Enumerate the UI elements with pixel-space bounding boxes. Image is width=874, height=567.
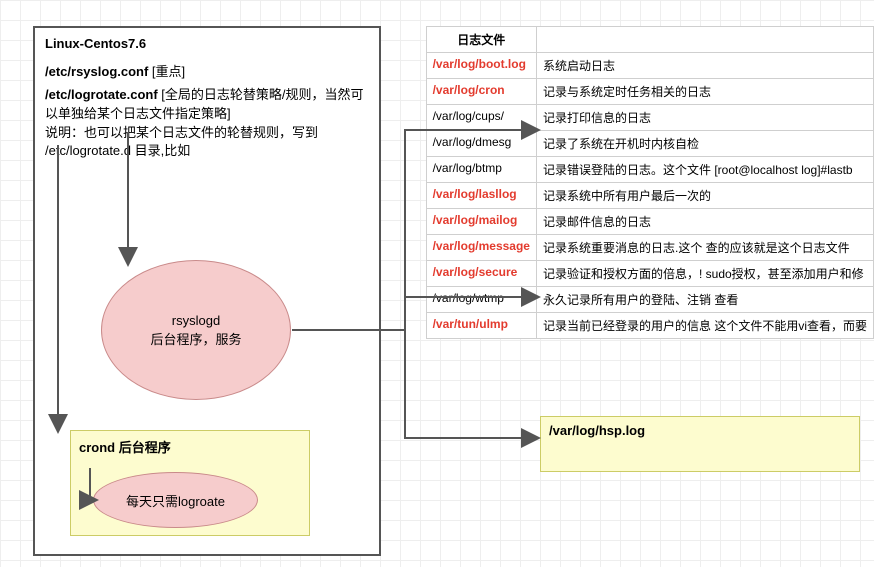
table-row: /var/log/message记录系统重要消息的日志.这个 查的应该就是这个日… xyxy=(426,235,873,261)
table-row: /var/log/boot.log系统启动日志 xyxy=(426,53,873,79)
log-path-cell: /var/log/lasllog xyxy=(426,183,536,209)
cfg-line-1: /etc/rsyslog.conf [重点] xyxy=(45,61,369,80)
log-desc-cell: 记录系统重要消息的日志.这个 查的应该就是这个日志文件 xyxy=(536,235,873,261)
log-desc-cell: 记录错误登陆的日志。这个文件 [root@localhost log]#last… xyxy=(536,157,873,183)
log-desc-cell: 记录系统中所有用户最后一次的 xyxy=(536,183,873,209)
log-desc-cell: 记录了系统在开机时内核自检 xyxy=(536,131,873,157)
table-row: /var/log/dmesg记录了系统在开机时内核自检 xyxy=(426,131,873,157)
log-table: 日志文件 /var/log/boot.log系统启动日志/var/log/cro… xyxy=(426,26,874,339)
table-row: /var/tun/ulmp记录当前已经登录的用户的信息 这个文件不能用vi查看，… xyxy=(426,313,873,339)
log-path-cell: /var/log/cron xyxy=(426,79,536,105)
log-path-cell: /var/log/message xyxy=(426,235,536,261)
log-table-header: 日志文件 xyxy=(426,27,536,53)
log-path-cell: /var/log/cups/ xyxy=(426,105,536,131)
cfg-line-2: /etc/logrotate.conf [全局的日志轮替策略/规则，当然可以单独… xyxy=(45,84,369,122)
log-path-cell: /var/log/dmesg xyxy=(426,131,536,157)
cfg2-path: /etc/logrotate.conf xyxy=(45,87,161,102)
cfg1-path: /etc/rsyslog.conf xyxy=(45,64,152,79)
cfg-desc: 说明：也可以把某个日志文件的轮替规则，写到 /etc/logrotate.d 目… xyxy=(45,124,369,160)
log-path-cell: /var/tun/ulmp xyxy=(426,313,536,339)
log-path-cell: /var/log/boot.log xyxy=(426,53,536,79)
log-path-cell: /var/log/btmp xyxy=(426,157,536,183)
log-path-cell: /var/log/mailog xyxy=(426,209,536,235)
crond-title: crond 后台程序 xyxy=(79,440,171,455)
rsyslogd-node: rsyslogd 后台程序，服务 xyxy=(101,260,291,400)
hsp-box: /var/log/hsp.log xyxy=(540,416,860,472)
table-row: /var/log/secure记录验证和授权方面的倍息，! sudo授权，甚至添… xyxy=(426,261,873,287)
table-row: /var/log/btmp记录错误登陆的日志。这个文件 [root@localh… xyxy=(426,157,873,183)
log-desc-cell: 永久记录所有用户的登陆、注销 查看 xyxy=(536,287,873,313)
log-desc-cell: 记录当前已经登录的用户的信息 这个文件不能用vi查看，而要 xyxy=(536,313,873,339)
table-row: /var/log/cron记录与系统定时任务相关的日志 xyxy=(426,79,873,105)
log-desc-cell: 记录邮件信息的日志 xyxy=(536,209,873,235)
linux-title: Linux-Centos7.6 xyxy=(45,36,369,51)
rsyslogd-label1: rsyslogd xyxy=(150,311,241,331)
log-desc-cell: 记录与系统定时任务相关的日志 xyxy=(536,79,873,105)
log-path-cell: /var/log/secure xyxy=(426,261,536,287)
log-desc-cell: 记录验证和授权方面的倍息，! sudo授权，甚至添加用户和修 xyxy=(536,261,873,287)
log-desc-cell: 记录打印信息的日志 xyxy=(536,105,873,131)
table-row: /var/log/wtmp永久记录所有用户的登陆、注销 查看 xyxy=(426,287,873,313)
table-row: /var/log/mailog记录邮件信息的日志 xyxy=(426,209,873,235)
crond-oval-label: 每天只需logroate xyxy=(126,491,225,510)
log-desc-cell: 系统启动日志 xyxy=(536,53,873,79)
rsyslogd-label2: 后台程序，服务 xyxy=(150,330,241,350)
table-row: /var/log/cups/记录打印信息的日志 xyxy=(426,105,873,131)
hsp-path: /var/log/hsp.log xyxy=(549,423,645,438)
crond-oval: 每天只需logroate xyxy=(93,472,258,528)
table-row: /var/log/lasllog记录系统中所有用户最后一次的 xyxy=(426,183,873,209)
cfg1-note: [重点] xyxy=(152,64,185,79)
log-path-cell: /var/log/wtmp xyxy=(426,287,536,313)
